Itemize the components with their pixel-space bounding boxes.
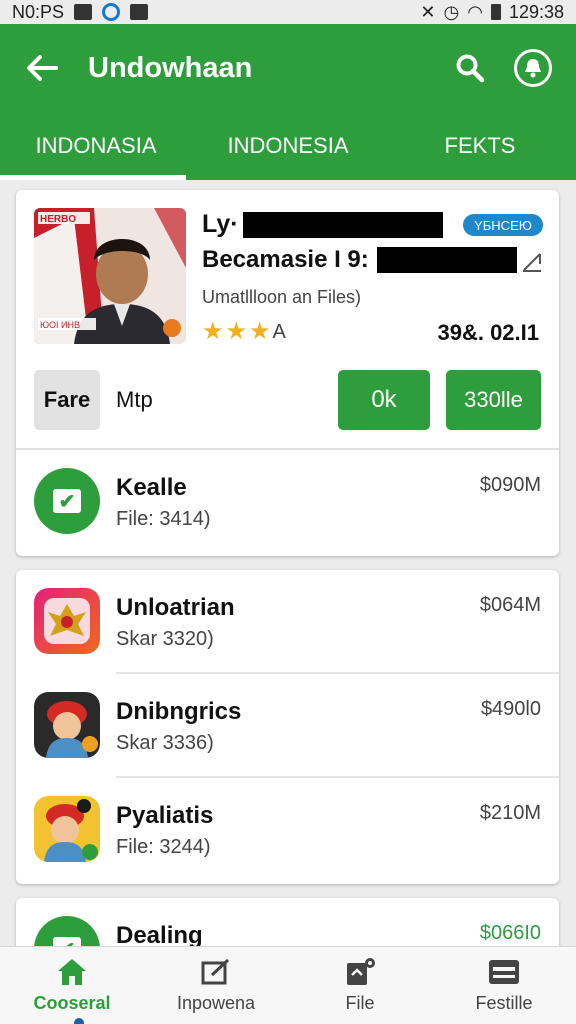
featured-badge: YБНСЕЮ <box>463 214 543 236</box>
list-item-price: $090M <box>479 474 541 496</box>
featured-line1: Ly· <box>202 210 443 239</box>
action-button[interactable]: 330lle <box>446 370 541 430</box>
alarm-icon: ◷ <box>443 1 460 22</box>
list-item-title: Unloatrian <box>116 594 235 621</box>
card-icon <box>488 957 520 987</box>
battery-icon <box>490 4 501 20</box>
featured-line2-prefix: Becamasie I 9: <box>202 246 369 273</box>
tab-bar: INDONASIA INDONESIA FEKTS <box>0 112 576 180</box>
featured-section: HERBO ЮОІ ИНВ Ly· YБНСЕЮ Becamasie I 9: … <box>16 190 559 448</box>
list-item-sub: Skar 3320) <box>116 628 214 650</box>
nav-label: Cooseral <box>33 993 111 1013</box>
nav-indicator-dot <box>74 1018 84 1024</box>
sync-icon <box>102 3 121 21</box>
tab-fekts[interactable]: FEKTS <box>384 112 576 180</box>
tab-indonesia[interactable]: INDONESIA <box>192 112 384 180</box>
nav-item-cooseral[interactable]: Cooseral <box>0 947 144 1024</box>
back-arrow-icon[interactable] <box>24 50 60 86</box>
nav-item-file[interactable]: File <box>288 947 432 1024</box>
featured-price: 39&. 02.I1 <box>437 320 539 345</box>
featured-card: HERBO ЮОІ ИНВ Ly· YБНСЕЮ Becamasie I 9: … <box>16 190 559 556</box>
check-icon: ✔ <box>34 468 100 534</box>
list-item-sub: File: 3414) <box>116 508 211 530</box>
list-item-sub: Skar 3336) <box>116 732 214 754</box>
wifi-icon: ◠ <box>467 1 483 22</box>
featured-image[interactable]: HERBO ЮОІ ИНВ <box>34 208 186 344</box>
featured-line1-prefix: Ly· <box>202 210 239 238</box>
mute-icon: ✕ <box>420 1 436 22</box>
nav-label: File <box>345 993 375 1013</box>
nav-item-inpowena[interactable]: Inpowena <box>144 947 288 1024</box>
app-bar: Undowhaan INDONASIA INDONESIA FEKTS <box>0 24 576 180</box>
worker-avatar-icon <box>34 796 100 862</box>
rating-suffix: A <box>272 320 286 343</box>
star-icon: ★ <box>225 318 248 345</box>
nav-item-festille[interactable]: Festille <box>432 947 576 1024</box>
star-icon: ★ <box>249 318 271 345</box>
edit-icon[interactable] <box>520 250 544 274</box>
status-time: 129:38 <box>508 1 564 22</box>
list-item-price: $066I0 <box>479 922 541 944</box>
list-item-price: $210M <box>479 802 541 824</box>
ok-button[interactable]: 0k <box>338 370 430 430</box>
active-tab-indicator <box>0 175 186 180</box>
mtp-label[interactable]: Mtp <box>116 370 153 430</box>
list-item[interactable]: ✔ Kealle File: 3414) $090M <box>16 450 559 554</box>
image-caption-text: ЮОІ ИНВ <box>40 320 80 330</box>
list-item-sub: File: 3244) <box>116 836 211 858</box>
fare-button[interactable]: Fare <box>34 370 100 430</box>
featured-button-row: Fare Mtp 0k 330lle <box>34 370 541 430</box>
redacted-block <box>242 211 443 238</box>
list-item[interactable]: Dnibngrics Skar 3336) $490l0 <box>16 674 559 778</box>
list-item-title: Kealle <box>116 474 187 501</box>
status-bar: N0:PS ✕ ◷ ◠ 129:38 <box>0 0 576 24</box>
list-item-price: $490l0 <box>480 698 541 720</box>
edit-box-icon <box>200 957 232 987</box>
sd-card-icon <box>130 4 149 20</box>
nav-label: Inpowena <box>176 993 256 1013</box>
image-banner-text: HERBO <box>40 214 76 225</box>
featured-subtitle: Umatllloon an Files) <box>202 287 362 307</box>
list-item[interactable]: Unloatrian Skar 3320) $064M <box>16 570 559 674</box>
notification-bell-icon[interactable] <box>514 49 552 87</box>
tab-indonasia[interactable]: INDONASIA <box>0 112 192 180</box>
notification-icon <box>74 4 93 20</box>
list-item[interactable]: Pyaliatis File: 3244) $210M <box>16 778 559 882</box>
file-notify-icon <box>344 957 376 987</box>
list-item-title: Dnibngrics <box>116 698 242 725</box>
star-icon: ★ <box>202 318 224 345</box>
list-item-title: Pyaliatis <box>116 802 214 829</box>
search-icon[interactable] <box>452 50 488 86</box>
emblem-icon <box>34 588 100 654</box>
list-item-price: $064M <box>479 594 541 616</box>
featured-line2: Becamasie I 9: <box>202 246 517 274</box>
app-list-card: Unloatrian Skar 3320) $064M Dnibngrics S… <box>16 570 559 884</box>
home-icon <box>56 957 88 987</box>
redacted-block-2 <box>376 247 517 273</box>
status-left-text: N0:PS <box>12 1 65 22</box>
page-title: Undowhaan <box>88 51 253 84</box>
worker-avatar-icon <box>34 692 100 758</box>
bottom-nav: Cooseral Inpowena File Festille <box>0 946 576 1024</box>
nav-label: Festille <box>475 993 533 1013</box>
rating: ★ ★ ★ A <box>202 320 286 344</box>
